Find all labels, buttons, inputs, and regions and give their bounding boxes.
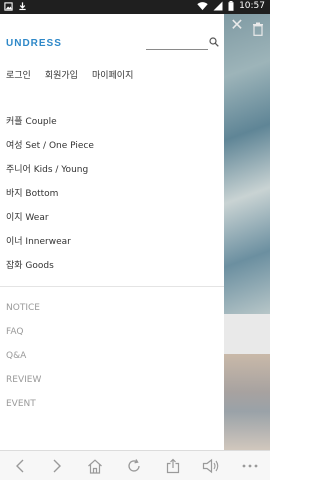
logo[interactable]: UNDRESS [6,38,62,49]
download-icon [19,2,26,11]
back-button[interactable] [11,457,29,475]
background-divider [224,314,270,354]
forward-icon [53,459,61,473]
search-icon[interactable] [209,37,219,47]
home-icon [88,458,102,474]
search-input[interactable] [146,36,208,50]
category-couple[interactable]: 커플 Couple [6,116,216,140]
refresh-button[interactable] [125,457,143,475]
share-icon [166,458,180,474]
category-women-set[interactable]: 여성 Set / One Piece [6,140,216,164]
category-easy-wear[interactable]: 이지 Wear [6,212,216,236]
refresh-icon [128,459,140,472]
clock: 10:57 [239,1,265,11]
more-button[interactable] [241,457,259,475]
category-goods[interactable]: 잡화 Goods [6,260,216,284]
browser-toolbar [0,450,270,480]
background-image-top [224,14,270,314]
trash-icon[interactable] [252,22,264,36]
notice-link[interactable]: NOTICE [6,302,216,326]
event-link[interactable]: EVENT [6,398,216,422]
close-icon[interactable]: ✕ [228,16,246,34]
background-page [224,14,270,450]
category-menu: 커플 Couple 여성 Set / One Piece 주니어 Kids / … [6,116,216,284]
side-drawer: UNDRESS 로그인 회원가입 마이페이지 커플 Couple 여성 Set … [0,14,224,450]
faq-link[interactable]: FAQ [6,326,216,350]
signal-icon [213,1,223,11]
more-icon [242,464,258,468]
volume-button[interactable] [202,457,220,475]
login-link[interactable]: 로그인 [6,68,31,81]
photo-icon [4,1,13,11]
search-bar [146,36,220,50]
forward-button[interactable] [48,457,66,475]
account-links: 로그인 회원가입 마이페이지 [6,68,133,81]
category-junior[interactable]: 주니어 Kids / Young [6,164,216,188]
share-button[interactable] [164,457,182,475]
category-innerwear[interactable]: 이너 Innerwear [6,236,216,260]
menu-divider [0,286,224,287]
info-menu: NOTICE FAQ Q&A REVIEW EVENT [6,302,216,422]
qna-link[interactable]: Q&A [6,350,216,374]
volume-icon [202,458,219,474]
back-icon [16,459,24,473]
wifi-icon [197,2,208,11]
review-link[interactable]: REVIEW [6,374,216,398]
category-bottom[interactable]: 바지 Bottom [6,188,216,212]
background-image-bottom [224,354,270,450]
battery-icon [228,1,234,11]
status-bar: 10:57 [0,0,270,14]
signup-link[interactable]: 회원가입 [45,68,78,81]
home-button[interactable] [86,457,104,475]
mypage-link[interactable]: 마이페이지 [92,68,133,81]
